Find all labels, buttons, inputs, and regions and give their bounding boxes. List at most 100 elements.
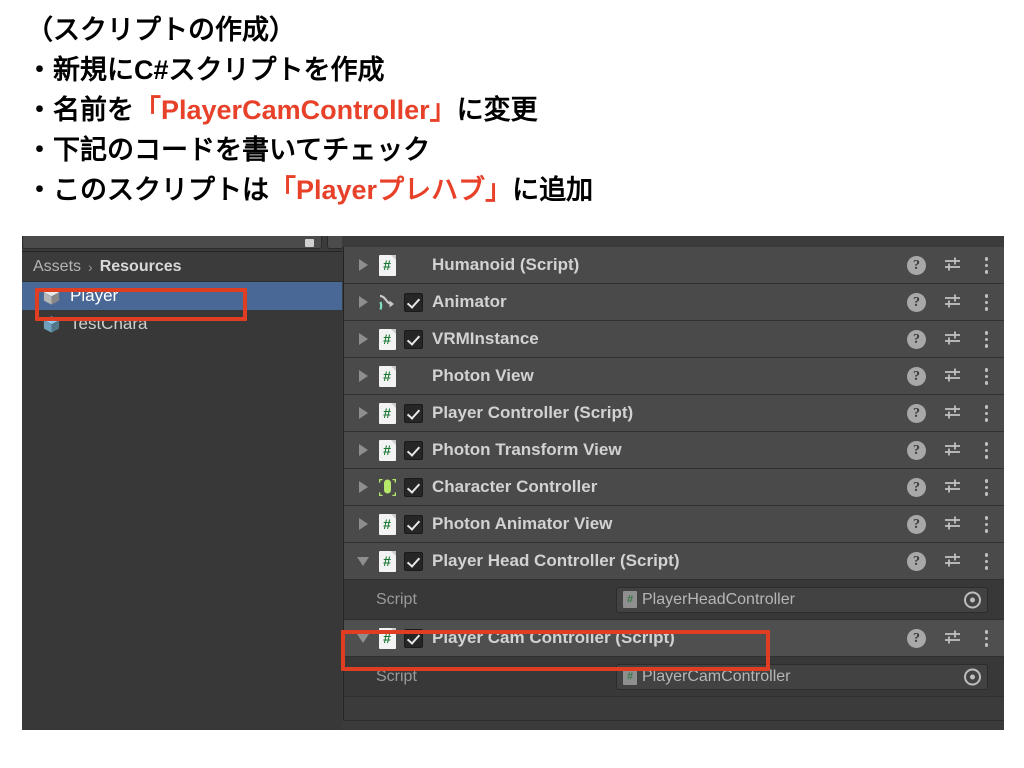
- foldout-arrow[interactable]: [350, 633, 376, 643]
- asset-label: TestChara: [70, 314, 148, 333]
- help-icon[interactable]: ?: [907, 330, 926, 349]
- component-name: Player Head Controller (Script): [432, 551, 680, 570]
- csharp-script-icon: [623, 591, 637, 608]
- foldout-arrow[interactable]: [350, 296, 376, 308]
- chevron-right-icon: [358, 333, 368, 345]
- preset-icon[interactable]: [943, 404, 962, 423]
- kebab-menu-icon[interactable]: [979, 404, 994, 423]
- foldout-arrow[interactable]: [350, 259, 376, 271]
- component-header-row[interactable]: Character Controller?: [344, 469, 1004, 506]
- kebab-menu-icon[interactable]: [979, 256, 994, 275]
- preset-icon[interactable]: [943, 330, 962, 349]
- asset-row[interactable]: TestChara: [22, 310, 342, 338]
- csharp-script-icon: [378, 439, 396, 461]
- component-enabled-checkbox[interactable]: [403, 551, 423, 571]
- chevron-right-icon: [358, 444, 368, 456]
- component-header-row[interactable]: Animator?: [344, 284, 1004, 321]
- component-header-row[interactable]: Player Head Controller (Script)?: [344, 543, 1004, 580]
- kebab-menu-icon[interactable]: [979, 441, 994, 460]
- component-name: VRMInstance: [432, 329, 539, 348]
- kebab-menu-icon[interactable]: [979, 552, 994, 571]
- script-object-field[interactable]: PlayerCamController: [616, 663, 988, 690]
- foldout-arrow[interactable]: [350, 481, 376, 493]
- component-header-row[interactable]: Photon View?: [344, 358, 1004, 395]
- chevron-right-icon: [358, 370, 368, 382]
- help-icon[interactable]: ?: [907, 293, 926, 312]
- component-enabled-checkbox[interactable]: [403, 628, 423, 648]
- script-object-value: PlayerHeadController: [642, 590, 795, 608]
- help-icon[interactable]: ?: [907, 629, 926, 648]
- object-picker-icon[interactable]: [964, 668, 981, 685]
- slide-line-bullet-2: ・名前を「PlayerCamController」に変更: [26, 90, 986, 130]
- kebab-menu-icon[interactable]: [979, 367, 994, 386]
- animator-icon: [376, 291, 398, 313]
- component-enabled-checkbox[interactable]: [403, 292, 423, 312]
- chevron-right-icon: [358, 518, 368, 530]
- kebab-menu-icon[interactable]: [979, 629, 994, 648]
- script-object-field[interactable]: PlayerHeadController: [616, 586, 988, 613]
- csharp-script-icon: [378, 513, 396, 535]
- kebab-menu-icon[interactable]: [979, 293, 994, 312]
- asset-label: Player: [70, 286, 119, 305]
- component-enabled-checkbox[interactable]: [403, 329, 423, 349]
- preset-icon[interactable]: [943, 629, 962, 648]
- kebab-menu-icon[interactable]: [979, 515, 994, 534]
- component-header-row[interactable]: VRMInstance?: [344, 321, 1004, 358]
- breadcrumb-separator-icon: ›: [88, 258, 93, 275]
- preset-icon[interactable]: [943, 256, 962, 275]
- foldout-arrow[interactable]: [350, 370, 376, 382]
- breadcrumb-root[interactable]: Assets: [33, 258, 81, 276]
- asset-row[interactable]: Player: [22, 282, 342, 310]
- foldout-arrow[interactable]: [350, 556, 376, 566]
- help-icon[interactable]: ?: [907, 478, 926, 497]
- slide-line-bullet-4: ・このスクリプトは「Playerプレハブ」に追加: [26, 170, 986, 210]
- component-enabled-checkbox-slot: [398, 628, 428, 648]
- toolbar-filter-button[interactable]: [327, 236, 342, 249]
- preset-icon[interactable]: [943, 478, 962, 497]
- preset-icon[interactable]: [943, 515, 962, 534]
- component-header-row[interactable]: Photon Transform View?: [344, 432, 1004, 469]
- help-icon[interactable]: ?: [907, 404, 926, 423]
- component-enabled-checkbox-slot: [398, 477, 428, 497]
- preset-icon[interactable]: [943, 367, 962, 386]
- component-enabled-checkbox[interactable]: [403, 477, 423, 497]
- prefab-cube-icon: [42, 315, 61, 334]
- preset-icon[interactable]: [943, 293, 962, 312]
- component-enabled-checkbox-slot: [398, 440, 428, 460]
- kebab-menu-icon[interactable]: [979, 478, 994, 497]
- breadcrumb-current[interactable]: Resources: [100, 258, 182, 276]
- slide-text-segment: 「PlayerCamController」: [134, 95, 457, 125]
- toolbar-search-field[interactable]: [22, 236, 322, 249]
- slide-text-segment: ・新規にC#スクリプトを作成: [26, 55, 385, 85]
- character-controller-icon: [377, 477, 398, 498]
- component-header-row[interactable]: Player Cam Controller (Script)?: [344, 620, 1004, 657]
- component-header-row[interactable]: Player Controller (Script)?: [344, 395, 1004, 432]
- help-icon[interactable]: ?: [907, 515, 926, 534]
- help-icon[interactable]: ?: [907, 552, 926, 571]
- preset-icon[interactable]: [943, 552, 962, 571]
- script-icon: [376, 254, 398, 276]
- component-header-row[interactable]: Humanoid (Script)?: [344, 247, 1004, 284]
- kebab-menu-icon[interactable]: [979, 330, 994, 349]
- csharp-script-icon: [378, 254, 396, 276]
- foldout-arrow[interactable]: [350, 518, 376, 530]
- component-name: Photon View: [432, 366, 534, 385]
- foldout-arrow[interactable]: [350, 444, 376, 456]
- foldout-arrow[interactable]: [350, 333, 376, 345]
- help-icon[interactable]: ?: [907, 256, 926, 275]
- help-icon[interactable]: ?: [907, 441, 926, 460]
- object-picker-icon[interactable]: [964, 591, 981, 608]
- component-enabled-checkbox[interactable]: [403, 403, 423, 423]
- slide-heading-block: （スクリプトの作成） ・新規にC#スクリプトを作成 ・名前を「PlayerCamCo…: [26, 10, 986, 210]
- component-enabled-checkbox[interactable]: [403, 440, 423, 460]
- component-enabled-checkbox[interactable]: [403, 514, 423, 534]
- help-icon[interactable]: ?: [907, 367, 926, 386]
- component-row-actions: ?: [907, 506, 994, 543]
- preset-icon[interactable]: [943, 441, 962, 460]
- inspector-panel: Humanoid (Script)?Animator?VRMInstance?P…: [343, 247, 1004, 730]
- script-icon: [376, 365, 398, 387]
- foldout-arrow[interactable]: [350, 407, 376, 419]
- csharp-script-icon: [623, 668, 637, 685]
- component-header-row[interactable]: Photon Animator View?: [344, 506, 1004, 543]
- project-panel: Assets › Resources Player TestChara: [22, 251, 342, 730]
